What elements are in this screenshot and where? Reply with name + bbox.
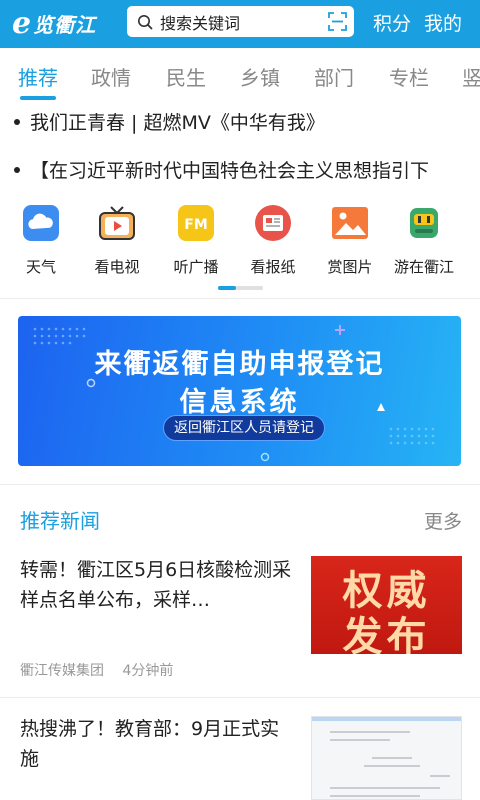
headline-text: 我们正青春 | 超燃MV《中华有我》 xyxy=(30,112,325,134)
radio-fm-icon: FM xyxy=(178,205,214,241)
divider xyxy=(0,697,480,698)
app-logo[interactable]: e 览衢江 xyxy=(12,6,96,41)
document-line xyxy=(330,795,420,797)
shortcut-label: 赏图片 xyxy=(327,258,373,276)
headline-item[interactable]: 【在习近平新时代中国特色社会主义思想指引下 xyxy=(14,156,480,183)
search-input[interactable]: 搜索关键词 xyxy=(127,6,354,37)
tab-columns[interactable]: 专栏 xyxy=(389,62,429,91)
section-title: 推荐新闻 xyxy=(20,509,100,533)
shortcut-radio[interactable]: FM 听广播 xyxy=(164,204,228,277)
divider xyxy=(0,484,480,485)
news-time: 4分钟前 xyxy=(122,663,174,679)
divider xyxy=(0,298,480,299)
app-screen: e 览衢江 搜索关键词 积分 我的 推荐 政情 民生 乡镇 部门 专栏 竖 我们正… xyxy=(0,0,480,800)
document-line xyxy=(330,731,410,733)
pager-indicator xyxy=(218,286,236,290)
tab-politics[interactable]: 政情 xyxy=(91,62,131,91)
shortcut-label: 知 xyxy=(470,256,480,277)
travel-icon xyxy=(410,208,438,238)
weather-icon xyxy=(23,205,59,241)
shortcut-label: 听广播 xyxy=(173,258,219,276)
document-line xyxy=(430,775,450,777)
top-header: e 览衢江 搜索关键词 积分 我的 xyxy=(0,0,480,48)
banner-subtitle: 信息系统 xyxy=(179,387,300,418)
document-line xyxy=(372,757,412,759)
search-placeholder: 搜索关键词 xyxy=(160,13,241,33)
news-title[interactable]: 转需！衢江区5月6日核酸检测采样点名单公布，采样… xyxy=(20,555,292,615)
tv-icon xyxy=(99,206,135,240)
shortcut-pager xyxy=(218,286,263,290)
shortcut-pictures[interactable]: 赏图片 xyxy=(318,204,382,277)
headline-text: 【在习近平新时代中国特色社会主义思想指引下 xyxy=(30,160,430,182)
bullet-icon xyxy=(14,118,20,125)
shortcut-label: 看报纸 xyxy=(250,258,296,276)
document-line xyxy=(330,739,390,741)
dot-grid-decoration xyxy=(389,427,435,445)
promo-banner[interactable]: 来衢返衢自助申报登记 信息系统 返回衢江区人员请登记 xyxy=(18,316,461,466)
news-source: 衢江传媒集团 xyxy=(20,663,104,679)
news-thumbnail[interactable]: 权威 发布 xyxy=(311,556,462,654)
shortcut-partial[interactable]: 知 xyxy=(470,204,480,277)
channel-tabs: 推荐 政情 民生 乡镇 部门 专栏 竖 xyxy=(0,48,480,102)
banner-title: 来衢返衢自助申报登记 xyxy=(94,349,385,380)
points-link[interactable]: 积分 xyxy=(373,9,411,36)
svg-text:FM: FM xyxy=(184,217,208,233)
banner-register-button[interactable]: 返回衢江区人员请登记 xyxy=(163,415,325,441)
shortcut-label: 天气 xyxy=(25,258,56,276)
picture-icon xyxy=(332,207,368,239)
scan-icon[interactable] xyxy=(328,12,347,31)
shortcut-tv[interactable]: 看电视 xyxy=(85,204,149,277)
news-meta: 衢江传媒集团 4分钟前 xyxy=(20,660,173,680)
tab-livelihood[interactable]: 民生 xyxy=(166,62,206,91)
plus-decoration xyxy=(335,325,345,335)
active-tab-indicator xyxy=(20,96,56,100)
shortcut-weather[interactable]: 天气 xyxy=(9,204,73,277)
newspaper-icon xyxy=(255,205,291,241)
news-thumbnail[interactable] xyxy=(311,716,462,800)
tab-vertical[interactable]: 竖 xyxy=(462,62,480,91)
tab-towns[interactable]: 乡镇 xyxy=(240,62,280,91)
search-icon xyxy=(138,14,153,29)
headline-item[interactable]: 我们正青春 | 超燃MV《中华有我》 xyxy=(14,108,480,135)
thumbnail-text: 发布 xyxy=(342,613,431,654)
tab-recommend[interactable]: 推荐 xyxy=(18,62,58,91)
more-link[interactable]: 更多 xyxy=(424,507,462,534)
document-line xyxy=(364,765,420,767)
ring-decoration xyxy=(260,452,270,462)
document-header-bar xyxy=(312,717,461,721)
shortcut-travel[interactable]: 游在衢江 xyxy=(392,204,456,277)
shortcut-label: 游在衢江 xyxy=(393,258,454,276)
shortcut-label: 看电视 xyxy=(94,258,140,276)
mine-link[interactable]: 我的 xyxy=(424,9,462,36)
bullet-icon xyxy=(14,166,20,173)
tab-departments[interactable]: 部门 xyxy=(314,62,354,91)
shortcut-newspaper[interactable]: 看报纸 xyxy=(241,204,305,277)
document-line xyxy=(330,787,440,789)
news-title[interactable]: 热搜沸了！教育部：9月正式实施 xyxy=(20,714,292,774)
